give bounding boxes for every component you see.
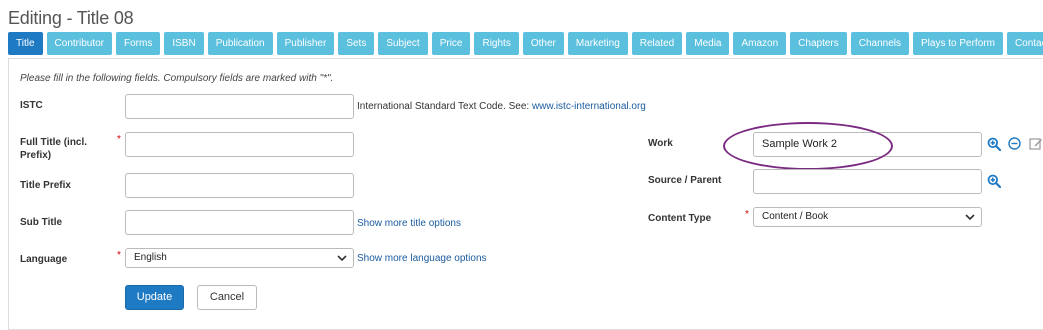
source-parent-label: Source / Parent — [648, 175, 722, 186]
language-selected-value: English — [134, 252, 167, 263]
tab-related[interactable]: Related — [631, 32, 683, 55]
minus-circle-icon[interactable] — [1008, 137, 1021, 155]
tab-publisher[interactable]: Publisher — [276, 32, 335, 55]
chevron-down-icon — [965, 210, 975, 231]
tab-contacts[interactable]: Contacts — [1006, 32, 1043, 55]
tab-amazon[interactable]: Amazon — [733, 32, 787, 55]
update-button[interactable]: Update — [125, 285, 184, 310]
istc-input[interactable] — [125, 94, 354, 119]
title-prefix-label: Title Prefix — [20, 180, 71, 191]
tab-forms[interactable]: Forms — [116, 32, 161, 55]
istc-help-text: International Standard Text Code. See: — [357, 101, 532, 112]
tab-sets[interactable]: Sets — [338, 32, 375, 55]
content-type-select[interactable]: Content / Book — [753, 207, 982, 227]
content-type-selected-value: Content / Book — [762, 211, 829, 222]
language-label: Language — [20, 254, 68, 265]
chevron-down-icon — [337, 251, 347, 272]
istc-link[interactable]: www.istc-international.org — [532, 101, 646, 112]
content-type-label: Content Type — [648, 213, 712, 224]
istc-help: International Standard Text Code. See: w… — [357, 101, 646, 112]
work-label: Work — [648, 138, 673, 149]
tab-isbn[interactable]: ISBN — [164, 32, 204, 55]
zoom-in-icon[interactable] — [987, 174, 1002, 193]
tab-title[interactable]: Title — [8, 32, 43, 55]
tab-rights[interactable]: Rights — [474, 32, 519, 55]
full-title-input[interactable] — [125, 132, 354, 157]
content-type-required-mark: * — [745, 209, 749, 220]
tab-publication[interactable]: Publication — [207, 32, 273, 55]
language-select[interactable]: English — [125, 248, 354, 268]
show-more-title-options-link[interactable]: Show more title options — [357, 218, 461, 229]
tab-bar: Title Contributor Forms ISBN Publication Publ… — [8, 32, 1043, 55]
tab-other[interactable]: Other — [522, 32, 564, 55]
full-title-required-mark: * — [117, 134, 121, 145]
tab-channels[interactable]: Channels — [850, 32, 910, 55]
form-instructions: Please fill in the following fields. Com… — [20, 73, 334, 84]
cancel-button[interactable]: Cancel — [197, 285, 257, 310]
full-title-label: Full Title (incl. Prefix) — [20, 137, 88, 161]
work-input[interactable]: Sample Work 2 — [753, 132, 982, 157]
sub-title-label: Sub Title — [20, 217, 63, 228]
istc-label: ISTC — [20, 100, 43, 111]
tab-contributor[interactable]: Contributor — [46, 32, 112, 55]
tab-marketing[interactable]: Marketing — [567, 32, 628, 55]
show-more-language-options-link[interactable]: Show more language options — [357, 253, 487, 264]
tab-subject[interactable]: Subject — [378, 32, 428, 55]
tab-media[interactable]: Media — [686, 32, 730, 55]
title-prefix-input[interactable] — [125, 173, 354, 198]
page-title: Editing - Title 08 — [8, 8, 134, 28]
tab-chapters[interactable]: Chapters — [790, 32, 847, 55]
source-parent-input[interactable] — [753, 169, 982, 194]
language-required-mark: * — [117, 250, 121, 261]
tab-price[interactable]: Price — [431, 32, 471, 55]
tab-plays-to-perform[interactable]: Plays to Perform — [913, 32, 1003, 55]
sub-title-input[interactable] — [125, 210, 354, 235]
zoom-in-icon[interactable] — [987, 137, 1002, 156]
edit-icon[interactable] — [1029, 137, 1043, 156]
